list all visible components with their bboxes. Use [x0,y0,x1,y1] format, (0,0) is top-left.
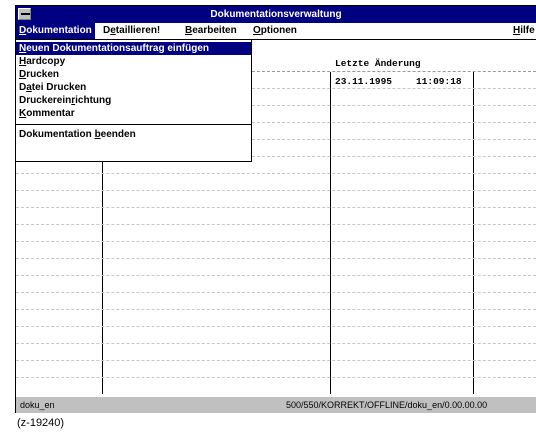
system-menu-icon[interactable] [18,8,31,20]
menu-item-hardcopy[interactable]: Hardcopy [16,55,251,68]
menu-optionen[interactable]: Optionen [250,23,300,39]
cell-last-change-time[interactable]: 11:09:18 [416,76,462,87]
menu-item-kommentar[interactable]: Kommentar [16,107,251,120]
row-line [16,309,536,310]
menu-hilfe[interactable]: Hilfe [510,23,536,39]
row-line [16,343,536,344]
menu-item-drucken[interactable]: Drucken [16,68,251,81]
row-line [16,241,536,242]
column-header-last-change[interactable]: Letzte Änderung [335,58,421,69]
row-line [16,190,536,191]
menu-bearbeiten[interactable]: Bearbeiten [182,23,240,39]
row-line [16,360,536,361]
menu-item-datei-drucken[interactable]: Datei Drucken [16,81,251,94]
row-line [16,224,536,225]
row-line [16,207,536,208]
cell-last-change-date[interactable]: 23.11.1995 [335,76,392,87]
menu-bar: Dokumentation Detaillieren! Bearbeiten O… [16,23,536,40]
row-line [16,258,536,259]
menu-item-beenden[interactable]: Dokumentation beenden [16,128,251,141]
application-window: Dokumentationsverwaltung Dokumentation D… [15,5,536,413]
status-left-text: doku_en [20,400,55,410]
column-divider-2 [330,72,331,394]
row-line [16,326,536,327]
row-line [16,377,536,378]
column-divider-3 [473,72,474,394]
title-bar: Dokumentationsverwaltung [16,6,536,23]
figure-caption: (z-19240) [17,417,65,429]
status-right-text: 500/550/KORREKT/OFFLINE/doku_en/0.00.00.… [286,400,488,410]
row-line [16,292,536,293]
menu-item-druckereinrichtung[interactable]: Druckereinrichtung [16,94,251,107]
dokumentation-dropdown-menu: Neuen Dokumentationsauftrag einfügen Har… [16,39,252,162]
row-line [16,275,536,276]
row-line [16,173,536,174]
menu-item-neuen-auftrag[interactable]: Neuen Dokumentationsauftrag einfügen [16,42,251,55]
window-title: Dokumentationsverwaltung [210,9,342,20]
menu-separator [16,124,251,125]
status-bar: doku_en 500/550/KORREKT/OFFLINE/doku_en/… [16,397,536,413]
menu-dokumentation[interactable]: Dokumentation [16,23,95,39]
menu-detaillieren[interactable]: Detaillieren! [100,23,163,39]
